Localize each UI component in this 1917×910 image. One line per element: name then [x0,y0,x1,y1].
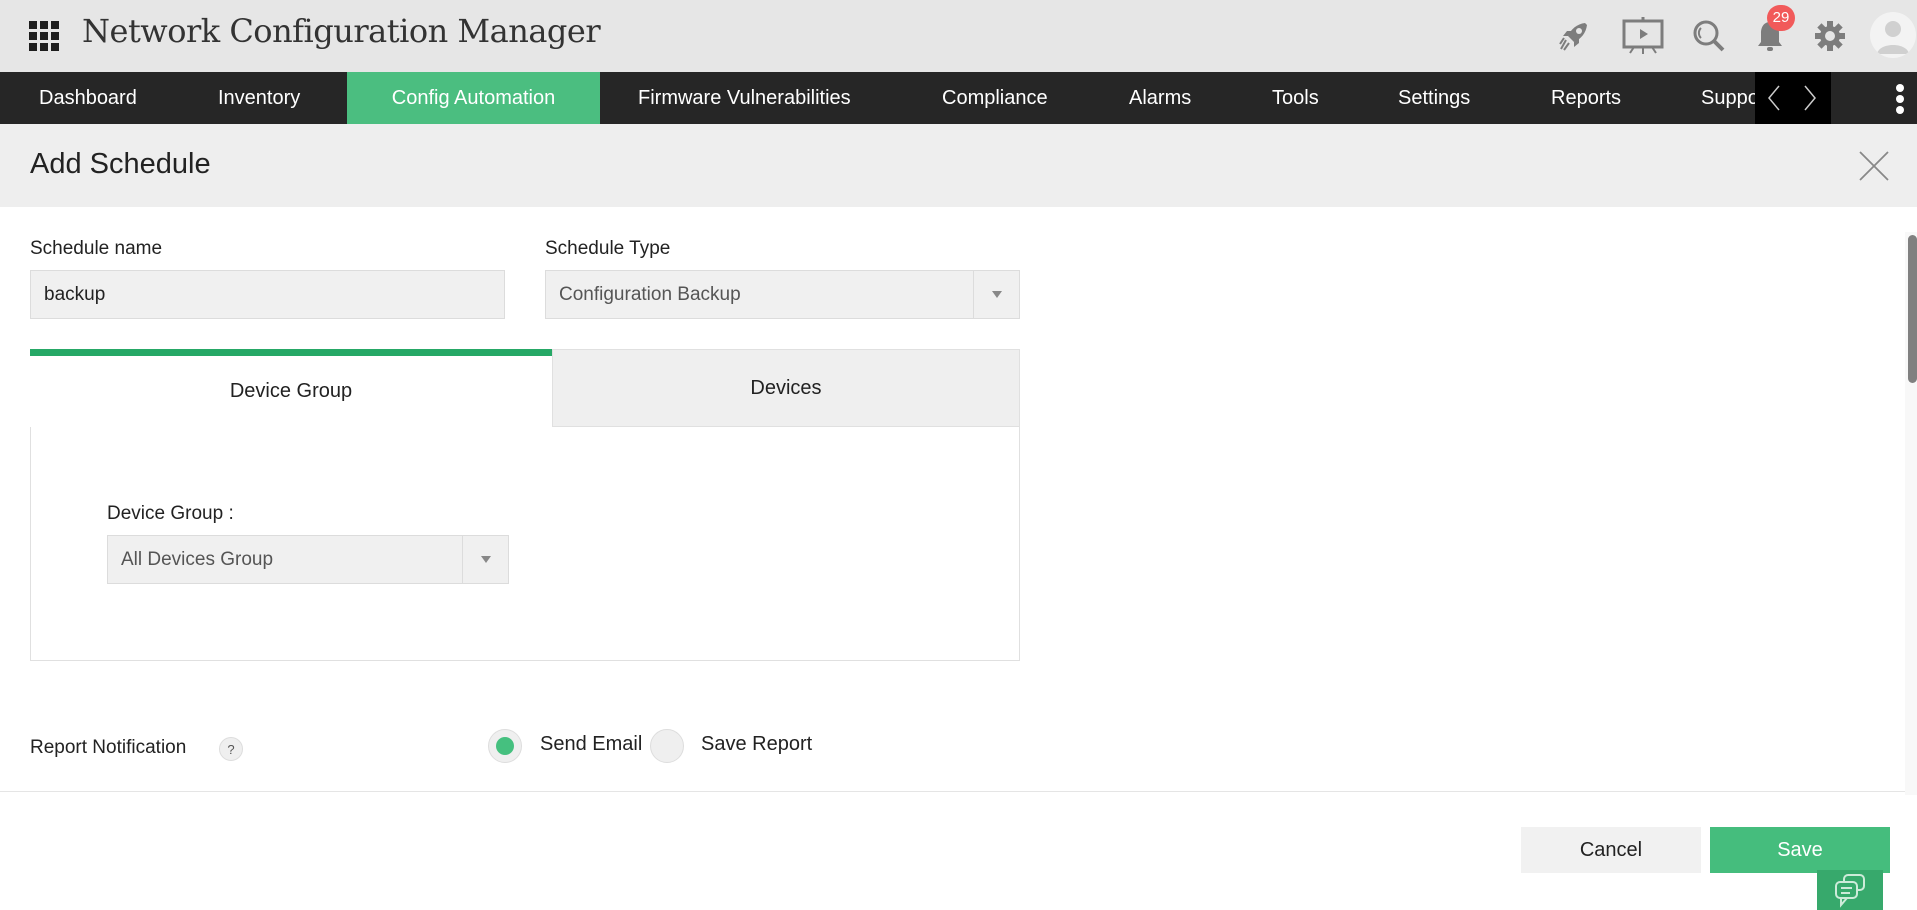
chat-icon[interactable] [1817,870,1883,910]
schedule-type-value: Configuration Backup [559,283,741,305]
more-options-icon[interactable] [1892,84,1908,114]
save-report-radio[interactable] [650,729,684,763]
dialog-title: Add Schedule [30,148,211,180]
nav-item-settings[interactable]: Settings [1398,72,1470,124]
chevron-down-icon[interactable] [973,271,1019,318]
nav-scroll-arrows [1755,72,1831,124]
schedule-name-label: Schedule name [30,238,163,259]
presentation-icon[interactable] [1620,16,1666,56]
search-icon[interactable] [1689,16,1729,56]
nav-item-config-automation[interactable]: Config Automation [347,72,600,124]
nav-item-inventory[interactable]: Inventory [218,72,300,124]
report-notification-label: Report Notification [30,737,187,758]
nav-item-reports[interactable]: Reports [1551,72,1621,124]
nav-item-alarms[interactable]: Alarms [1129,72,1191,124]
rocket-icon[interactable] [1554,16,1594,56]
main-nav: Dashboard Inventory Config Automation Fi… [0,72,1917,124]
app-title: Network Configuration Manager [82,12,601,50]
user-avatar-icon[interactable] [1870,12,1916,58]
device-group-value: All Devices Group [121,548,274,570]
tab-device-group[interactable]: Device Group [30,349,552,427]
device-group-label: Device Group : [107,503,234,524]
save-button[interactable]: Save [1710,827,1890,873]
scrollbar-thumb[interactable] [1908,235,1917,383]
cancel-button[interactable]: Cancel [1521,827,1701,873]
schedule-name-input[interactable]: backup [30,270,505,319]
save-report-label[interactable]: Save Report [701,733,812,756]
nav-item-tools[interactable]: Tools [1272,72,1319,124]
send-email-label[interactable]: Send Email [540,733,642,756]
dialog-header: Add Schedule [0,124,1917,207]
schedule-type-select[interactable]: Configuration Backup [545,270,1020,319]
nav-item-compliance[interactable]: Compliance [942,72,1048,124]
gear-icon[interactable] [1810,16,1850,56]
device-group-select[interactable]: All Devices Group [107,535,509,584]
nav-item-firmware-vulnerabilities[interactable]: Firmware Vulnerabilities [638,72,851,124]
help-icon[interactable]: ? [219,737,243,761]
chevron-down-icon[interactable] [462,536,508,583]
send-email-radio[interactable] [488,729,522,763]
apps-grid-icon[interactable] [29,21,59,51]
notification-badge: 29 [1767,5,1795,31]
nav-prev-icon[interactable] [1761,82,1789,114]
schedule-type-label: Schedule Type [545,238,671,259]
footer-divider [0,791,1905,792]
close-icon[interactable] [1858,150,1890,182]
app-header: Network Configuration Manager 29 [0,0,1917,72]
nav-next-icon[interactable] [1795,82,1823,114]
tab-devices[interactable]: Devices [552,349,1020,427]
nav-item-support[interactable]: Suppo [1701,72,1755,124]
nav-item-dashboard[interactable]: Dashboard [0,72,200,124]
